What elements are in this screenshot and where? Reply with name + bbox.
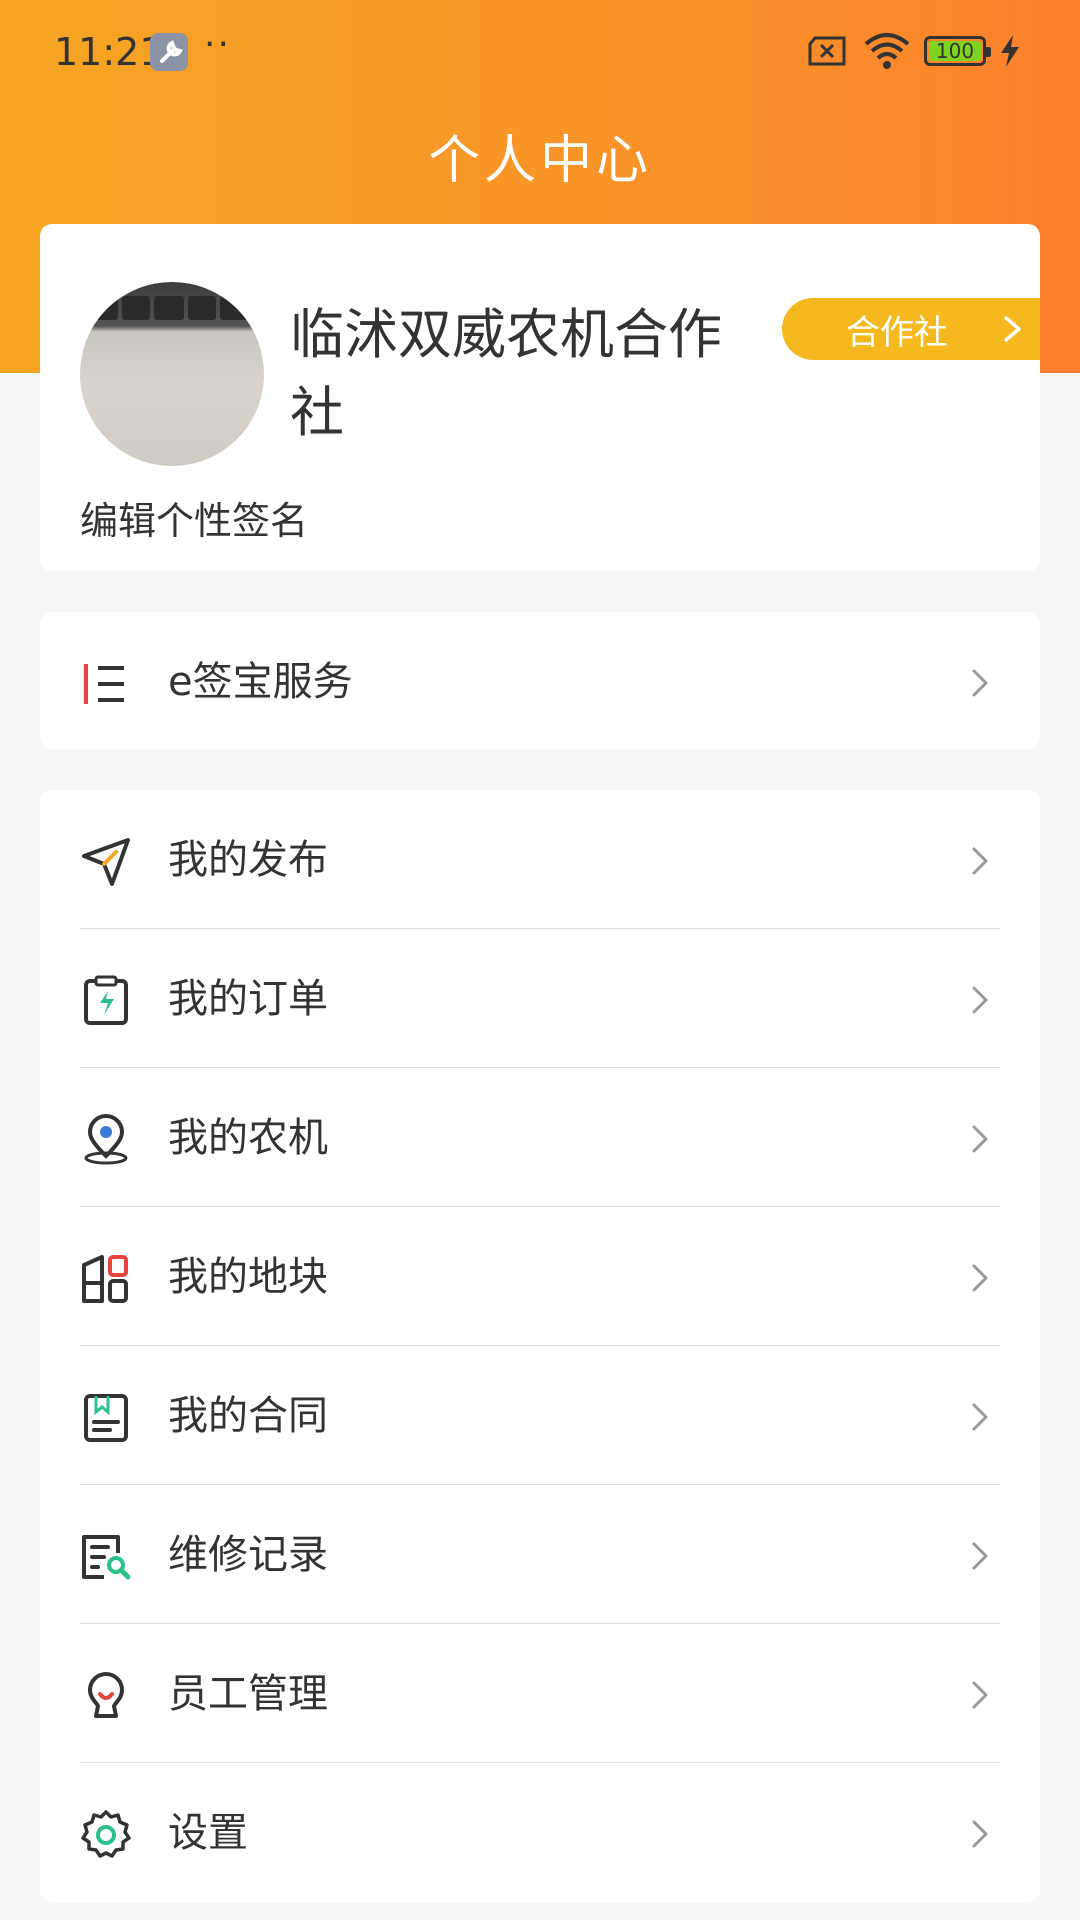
menu-item-label: 我的地块 — [168, 1254, 328, 1300]
menu-item-staff-management[interactable]: 员工管理 — [40, 1624, 1040, 1763]
edit-signature-link[interactable]: 编辑个性签名 — [80, 490, 308, 545]
menu-item-label: 设置 — [168, 1810, 248, 1856]
chevron-right-icon — [972, 1403, 988, 1431]
role-badge-label: 合作社 — [846, 312, 948, 353]
page-title: 个人中心 — [427, 131, 652, 191]
sim-error-icon — [808, 36, 846, 66]
chevron-right-icon — [1004, 316, 1021, 342]
menu-item-label: 我的订单 — [168, 976, 328, 1022]
role-badge-button[interactable]: 合作社 — [782, 298, 1040, 360]
menu-item-settings[interactable]: 设置 — [40, 1763, 1040, 1902]
menu-item-my-contracts[interactable]: 我的合同 — [40, 1346, 1040, 1485]
organization-name: 临沭双威农机合作社 — [290, 303, 722, 444]
avatar[interactable] — [80, 282, 264, 466]
profile-card: 临沭双威农机合作社 合作社 编辑个性签名 — [40, 224, 1040, 571]
status-dots: ·· — [204, 24, 231, 65]
paper-plane-icon — [82, 838, 130, 886]
chevron-right-icon — [972, 1125, 988, 1153]
gear-icon — [81, 1810, 131, 1858]
chevron-right-icon — [972, 1264, 988, 1292]
clipboard-bolt-icon — [84, 975, 128, 1025]
esign-service-row[interactable]: e签宝服务 — [40, 612, 1040, 751]
menu-item-my-machinery[interactable]: 我的农机 — [40, 1068, 1040, 1207]
list-menu-icon — [84, 664, 124, 704]
menu-item-label: 我的发布 — [168, 837, 328, 883]
menu-card: 我的发布 我的订单 我的农机 我的地块 我的合同 维修记录 员工管理 设置 — [40, 790, 1040, 1902]
keyboard-photo — [90, 296, 250, 320]
battery-level: 100 — [929, 39, 981, 63]
repair-record-icon — [82, 1535, 131, 1580]
wrench-icon — [150, 33, 188, 71]
menu-item-repair-records[interactable]: 维修记录 — [40, 1485, 1040, 1624]
chevron-right-icon — [972, 669, 988, 697]
battery-icon: 100 — [924, 36, 991, 66]
chevron-right-icon — [972, 1542, 988, 1570]
menu-item-my-orders[interactable]: 我的订单 — [40, 929, 1040, 1068]
wifi-icon — [864, 33, 910, 69]
chevron-right-icon — [972, 847, 988, 875]
menu-item-label: 我的合同 — [168, 1393, 328, 1439]
menu-item-label: 员工管理 — [168, 1671, 328, 1717]
charging-bolt-icon — [1001, 35, 1019, 67]
menu-item-label: 维修记录 — [168, 1532, 328, 1578]
chevron-right-icon — [972, 1681, 988, 1709]
esign-card: e签宝服务 — [40, 612, 1040, 749]
esign-service-label: e签宝服务 — [168, 659, 353, 705]
chevron-right-icon — [972, 1820, 988, 1848]
status-bar: 11:21 ·· 100 — [0, 0, 1080, 100]
contract-book-icon — [84, 1394, 128, 1442]
status-time: 11:21 — [54, 30, 164, 74]
chevron-right-icon — [972, 986, 988, 1014]
land-blocks-icon — [82, 1255, 128, 1303]
menu-item-my-land[interactable]: 我的地块 — [40, 1207, 1040, 1346]
location-pin-icon — [84, 1114, 128, 1165]
menu-item-label: 我的农机 — [168, 1115, 328, 1161]
employee-icon — [88, 1672, 124, 1718]
menu-item-my-posts[interactable]: 我的发布 — [40, 790, 1040, 929]
